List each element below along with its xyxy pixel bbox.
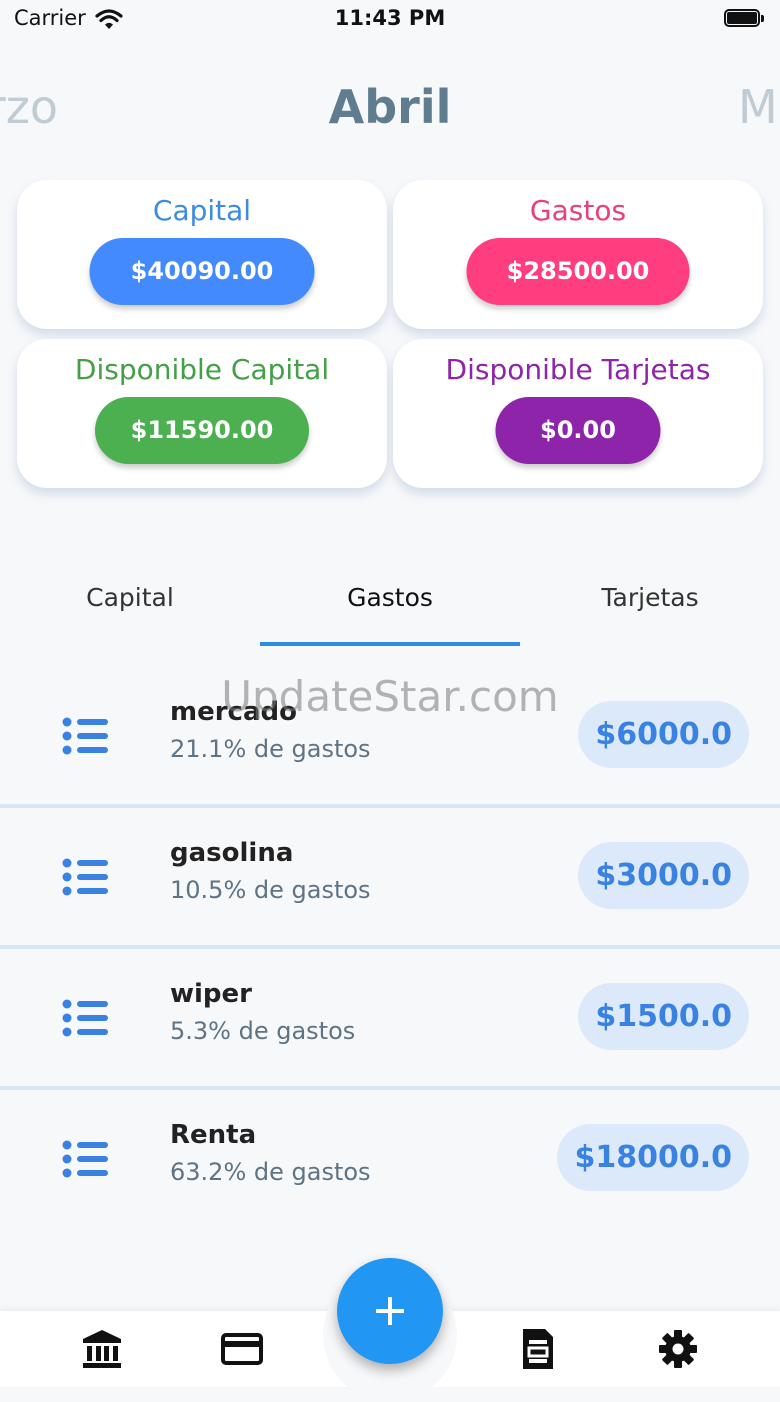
clock-time: 11:43 PM bbox=[334, 6, 446, 30]
tab-indicator bbox=[260, 642, 520, 646]
expense-name: Renta bbox=[170, 1120, 257, 1150]
tab-tarjetas[interactable]: Tarjetas bbox=[520, 583, 780, 612]
capital-card[interactable]: Capital $40090.00 bbox=[17, 180, 387, 329]
expense-amount: $1500.0 bbox=[578, 983, 749, 1050]
tab-gastos[interactable]: Gastos bbox=[260, 583, 520, 612]
gear-icon[interactable] bbox=[656, 1327, 700, 1371]
expense-row[interactable]: gasolina 10.5% de gastos $3000.0 bbox=[0, 808, 780, 949]
expense-amount: $3000.0 bbox=[578, 842, 749, 909]
month-next[interactable]: M bbox=[738, 80, 778, 134]
expense-name: wiper bbox=[170, 979, 252, 1009]
watermark: UpdateStar.com bbox=[221, 672, 559, 721]
gastos-card-title: Gastos bbox=[529, 194, 627, 227]
disponible-capital-title: Disponible Capital bbox=[74, 353, 330, 386]
disponible-tarjetas-pill: $0.00 bbox=[495, 397, 661, 464]
expense-percent: 10.5% de gastos bbox=[170, 876, 371, 904]
expense-row[interactable]: wiper 5.3% de gastos $1500.0 bbox=[0, 949, 780, 1090]
expense-name: gasolina bbox=[170, 838, 294, 868]
gastos-card[interactable]: Gastos $28500.00 bbox=[393, 180, 763, 329]
disponible-capital-pill: $11590.00 bbox=[95, 397, 309, 464]
list-icon bbox=[62, 858, 108, 895]
credit-card-icon[interactable] bbox=[220, 1327, 264, 1371]
expense-percent: 5.3% de gastos bbox=[170, 1017, 356, 1045]
list-icon bbox=[62, 999, 108, 1036]
list-icon bbox=[62, 1140, 108, 1177]
expense-percent: 21.1% de gastos bbox=[170, 735, 371, 763]
list-icon bbox=[62, 717, 108, 754]
battery-icon bbox=[724, 9, 764, 29]
capital-value-pill: $40090.00 bbox=[89, 238, 315, 305]
bank-icon[interactable] bbox=[80, 1327, 124, 1371]
add-fab-button[interactable] bbox=[337, 1258, 443, 1364]
expense-amount: $18000.0 bbox=[557, 1124, 749, 1191]
disponible-tarjetas-title: Disponible Tarjetas bbox=[445, 353, 711, 386]
tab-capital[interactable]: Capital bbox=[0, 583, 260, 612]
expense-percent: 63.2% de gastos bbox=[170, 1158, 371, 1186]
capital-card-title: Capital bbox=[152, 194, 252, 227]
month-current: Abril bbox=[328, 80, 452, 134]
gastos-value-pill: $28500.00 bbox=[466, 238, 690, 305]
disponible-capital-card[interactable]: Disponible Capital $11590.00 bbox=[17, 339, 387, 488]
expense-row[interactable]: Renta 63.2% de gastos $18000.0 bbox=[0, 1090, 780, 1227]
disponible-tarjetas-card[interactable]: Disponible Tarjetas $0.00 bbox=[393, 339, 763, 488]
status-bar: Carrier 11:43 PM bbox=[0, 0, 780, 40]
document-icon[interactable] bbox=[516, 1327, 560, 1371]
